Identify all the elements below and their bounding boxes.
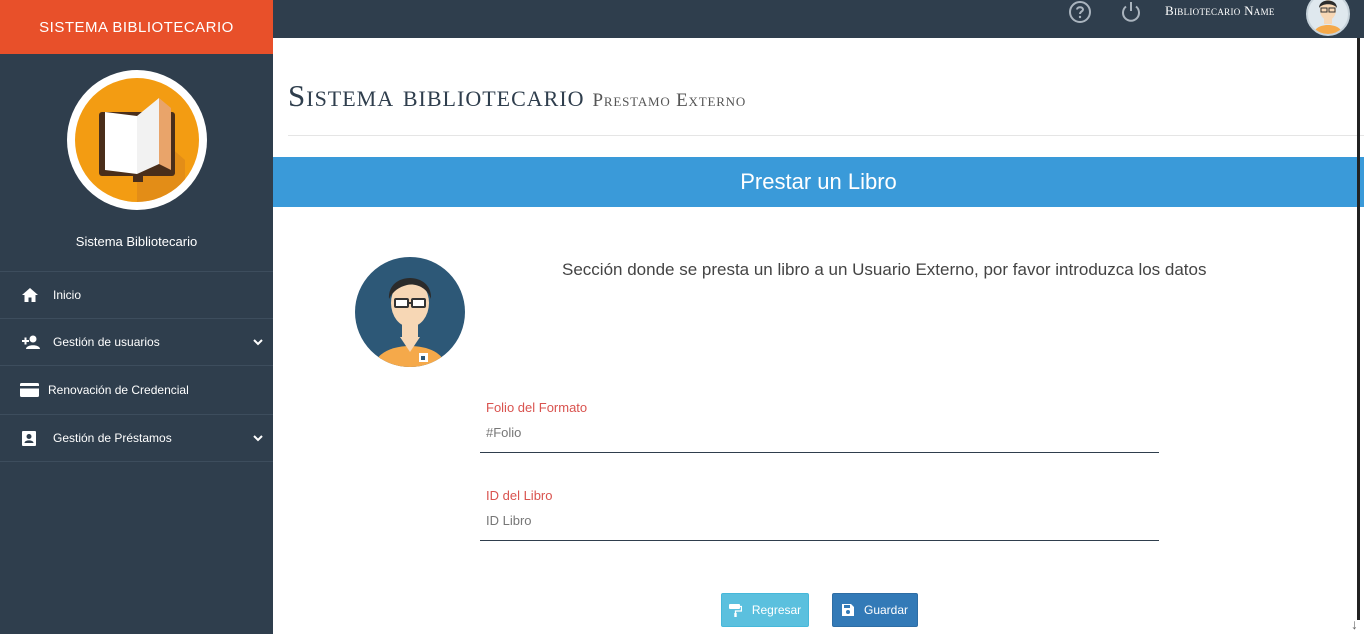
- title-divider: [288, 135, 1364, 136]
- folio-label: Folio del Formato: [486, 400, 588, 415]
- folio-input[interactable]: [480, 415, 1159, 453]
- sidebar-logo-area: Sistema Bibliotecario: [0, 54, 273, 271]
- floppy-disk-icon: [841, 604, 854, 616]
- page-subtitle: Prestamo Externo: [592, 90, 747, 111]
- sidebar-item-gestion-usuarios[interactable]: Gestión de usuarios: [0, 319, 273, 366]
- page-title-main: Sistema bibliotecario: [288, 78, 585, 113]
- panel-heading: Prestar un Libro: [273, 157, 1364, 207]
- user-avatar[interactable]: [1306, 0, 1350, 36]
- sidebar-nav: Inicio Gestión de usuarios Renovación de…: [0, 271, 273, 462]
- open-book-icon: [98, 98, 185, 202]
- book-id-field-group: ID del Libro: [480, 488, 1159, 541]
- sidebar: SISTEMA BIBLIOTECARIO Sistema Biblioteca…: [0, 0, 273, 634]
- back-button-label: Regresar: [751, 603, 802, 617]
- logo-title: Sistema Bibliotecario: [75, 234, 198, 249]
- add-user-icon: [22, 335, 42, 349]
- scroll-down-arrow-icon[interactable]: ↓: [1351, 617, 1358, 631]
- sidebar-item-label: Renovación de Credencial: [48, 383, 189, 397]
- page-scrollbar[interactable]: [1357, 38, 1360, 620]
- sidebar-item-gestion-prestamos[interactable]: Gestión de Préstamos: [0, 415, 273, 462]
- main-content: Sistema bibliotecario Prestamo Externo P…: [273, 38, 1364, 634]
- save-button-label: Guardar: [863, 603, 909, 617]
- brand-title[interactable]: SISTEMA BIBLIOTECARIO: [0, 0, 273, 54]
- sidebar-item-label: Inicio: [53, 288, 82, 302]
- librarian-avatar: [355, 257, 465, 367]
- home-icon: [22, 288, 42, 302]
- sidebar-item-renovacion[interactable]: Renovación de Credencial: [0, 366, 273, 415]
- topbar: Bibliotecario Name: [273, 0, 1364, 38]
- sidebar-item-inicio[interactable]: Inicio: [0, 272, 273, 319]
- help-circle-icon[interactable]: [1068, 0, 1092, 24]
- panel-description: Sección donde se presta un libro a un Us…: [562, 260, 1207, 279]
- save-button[interactable]: Guardar: [832, 593, 918, 627]
- credit-card-icon: [20, 383, 40, 397]
- sidebar-item-label: Gestión de usuarios: [53, 335, 160, 349]
- paint-roller-icon: [728, 603, 742, 617]
- book-id-label: ID del Libro: [486, 488, 553, 503]
- back-button[interactable]: Regresar: [721, 593, 809, 627]
- book-portrait-icon: [22, 430, 42, 446]
- page-title: Sistema bibliotecario Prestamo Externo: [288, 78, 746, 114]
- chevron-down-icon[interactable]: [253, 335, 263, 349]
- library-logo: [66, 70, 207, 210]
- user-name[interactable]: Bibliotecario Name: [1165, 3, 1275, 19]
- power-icon[interactable]: [1119, 0, 1143, 24]
- book-id-input[interactable]: [480, 503, 1159, 541]
- sidebar-item-label: Gestión de Préstamos: [53, 431, 172, 445]
- folio-field-group: Folio del Formato: [480, 400, 1159, 453]
- chevron-down-icon[interactable]: [253, 431, 263, 445]
